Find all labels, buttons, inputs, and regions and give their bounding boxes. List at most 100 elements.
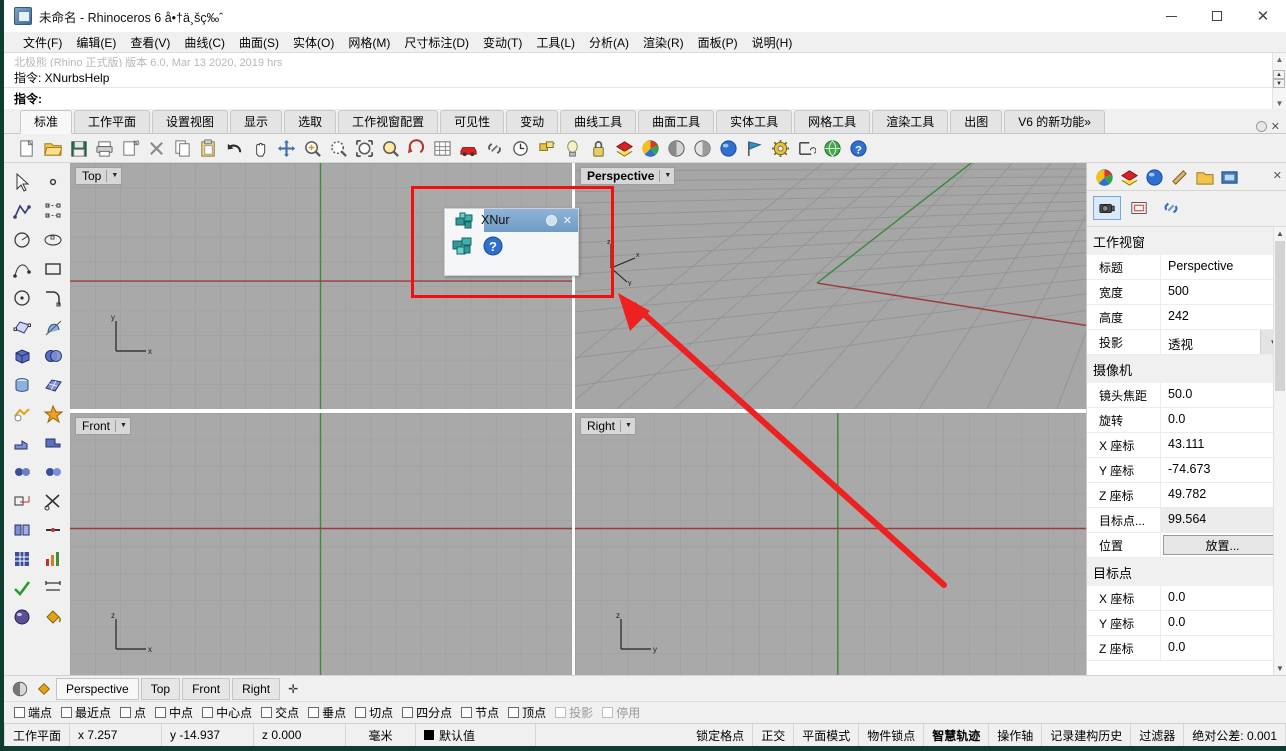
xnurbs-tool-icon[interactable] <box>451 235 475 257</box>
help-icon[interactable]: ? <box>846 136 870 160</box>
undo-icon[interactable] <box>222 136 246 160</box>
xnurbs-help-icon[interactable]: ? <box>481 235 505 257</box>
property-value[interactable]: 0.0 <box>1161 636 1286 660</box>
status-layer[interactable]: 默认值 <box>416 724 536 746</box>
vtab-top[interactable]: Top <box>141 678 180 700</box>
osnap-cen[interactable]: 中心点 <box>202 704 252 721</box>
menu-view[interactable]: 查看(V) <box>123 32 177 53</box>
display-tab-icon[interactable] <box>1168 167 1190 187</box>
flag-icon[interactable] <box>742 136 766 160</box>
osnap-mid[interactable]: 中点 <box>155 704 193 721</box>
status-gumball[interactable]: 操作轴 <box>989 724 1042 746</box>
ribbon-close-icon[interactable]: ✕ <box>1271 120 1280 133</box>
tab-cplane[interactable]: 工作平面 <box>74 110 150 133</box>
copy-icon[interactable] <box>170 136 194 160</box>
viewport-front[interactable]: Front ▼ z x <box>70 413 575 675</box>
menu-panels[interactable]: 面板(P) <box>691 32 745 53</box>
checkbox-icon[interactable] <box>461 707 472 718</box>
ellipse-icon[interactable] <box>37 225 68 254</box>
zoom-selected-icon[interactable] <box>378 136 402 160</box>
chevron-down-icon[interactable]: ▼ <box>106 170 118 182</box>
named-views-tab-icon[interactable] <box>1218 167 1240 187</box>
move-icon[interactable] <box>274 136 298 160</box>
status-smarttrack[interactable]: 智慧轨迹 <box>924 724 989 746</box>
scroll-up-icon[interactable]: ▲ <box>1273 53 1286 66</box>
color-wheel-icon[interactable] <box>638 136 662 160</box>
shade-icon[interactable] <box>664 136 688 160</box>
minimize-button[interactable] <box>1148 0 1194 32</box>
tab-render-tools[interactable]: 渲染工具 <box>872 110 948 133</box>
paint-bucket-icon[interactable] <box>37 602 68 631</box>
checkbox-icon[interactable] <box>602 707 613 718</box>
panel-close-icon[interactable]: ✕ <box>1273 169 1282 182</box>
status-osnap[interactable]: 物件锁点 <box>859 724 924 746</box>
tab-drafting[interactable]: 出图 <box>950 110 1002 133</box>
properties-icon[interactable] <box>534 136 558 160</box>
libraries-tab-icon[interactable] <box>1193 167 1215 187</box>
checkbox-icon[interactable] <box>261 707 272 718</box>
select-arrow-icon[interactable] <box>6 167 37 196</box>
property-value[interactable]: 0.0 <box>1161 408 1286 432</box>
spinner-up-icon[interactable]: ▲ <box>1273 70 1285 79</box>
viewport-label-perspective[interactable]: Perspective ▼ <box>580 167 675 185</box>
add-viewport-tab-button[interactable]: ✛ <box>282 679 304 699</box>
osnap-end[interactable]: 端点 <box>14 704 52 721</box>
checkbox-icon[interactable] <box>202 707 213 718</box>
cylinder-icon[interactable] <box>6 370 37 399</box>
property-value[interactable]: 50.0 <box>1161 383 1286 407</box>
checkbox-icon[interactable] <box>120 707 131 718</box>
viewport-label-top[interactable]: Top ▼ <box>75 167 122 185</box>
status-cplane[interactable]: 工作平面 <box>4 724 70 746</box>
osnap-perp[interactable]: 垂点 <box>308 704 346 721</box>
menu-file[interactable]: 文件(F) <box>16 32 69 53</box>
command-spinner[interactable]: ▲ ▼ <box>1273 70 1285 88</box>
offset-icon[interactable] <box>37 428 68 457</box>
vtab-perspective[interactable]: Perspective <box>56 678 139 700</box>
status-units[interactable]: 毫米 <box>346 724 416 746</box>
maximize-button[interactable] <box>1194 0 1240 32</box>
checkbox-icon[interactable] <box>508 707 519 718</box>
menu-edit[interactable]: 编辑(E) <box>69 32 123 53</box>
property-value[interactable]: 透视▼ <box>1161 330 1286 354</box>
chevron-down-icon[interactable]: ▼ <box>620 420 632 432</box>
properties-tab-icon[interactable] <box>1143 167 1165 187</box>
zoom-extents-icon[interactable] <box>352 136 376 160</box>
close-button[interactable]: ✕ <box>1240 0 1286 32</box>
zoom-dynamic-icon[interactable] <box>326 136 350 160</box>
link-properties-icon[interactable] <box>1157 196 1185 220</box>
tab-solid-tools[interactable]: 实体工具 <box>716 110 792 133</box>
viewport-label-front[interactable]: Front ▼ <box>75 417 131 435</box>
property-value[interactable]: 242 <box>1161 305 1286 329</box>
explode-icon[interactable] <box>37 399 68 428</box>
viewport-label-right[interactable]: Right ▼ <box>580 417 636 435</box>
menu-mesh[interactable]: 网格(M) <box>341 32 397 53</box>
shade-view-icon[interactable] <box>8 678 32 700</box>
close-icon[interactable]: ✕ <box>563 216 572 226</box>
camera-properties-icon[interactable] <box>1093 196 1121 220</box>
analyze-icon[interactable] <box>37 544 68 573</box>
clock-icon[interactable] <box>508 136 532 160</box>
delete-icon[interactable] <box>144 136 168 160</box>
vtab-front[interactable]: Front <box>182 678 230 700</box>
scroll-down-icon[interactable]: ▼ <box>1274 662 1286 675</box>
menu-surface[interactable]: 曲面(S) <box>232 32 286 53</box>
tab-visibility[interactable]: 可见性 <box>440 110 504 133</box>
viewport-properties-icon[interactable] <box>1125 196 1153 220</box>
curve-from-points-icon[interactable] <box>6 254 37 283</box>
property-value[interactable]: 49.782 <box>1161 483 1286 507</box>
paste-icon[interactable] <box>196 136 220 160</box>
layers-icon[interactable] <box>612 136 636 160</box>
status-filter[interactable]: 过滤器 <box>1131 724 1184 746</box>
ribbon-gear-icon[interactable] <box>1256 121 1267 132</box>
checkbox-icon[interactable] <box>155 707 166 718</box>
zoom-window-icon[interactable] <box>300 136 324 160</box>
options-gear-icon[interactable] <box>768 136 792 160</box>
check-icon[interactable] <box>6 573 37 602</box>
panel-vertical-scrollbar[interactable]: ▲ ▼ <box>1273 227 1286 675</box>
rotate-view-icon[interactable] <box>404 136 428 160</box>
osnap-near[interactable]: 最近点 <box>61 704 111 721</box>
surface-from-points-icon[interactable] <box>6 312 37 341</box>
tab-whats-new-v6[interactable]: V6 的新功能» <box>1004 110 1105 133</box>
scroll-thumb[interactable] <box>1275 241 1285 391</box>
gear-icon[interactable] <box>546 215 557 226</box>
